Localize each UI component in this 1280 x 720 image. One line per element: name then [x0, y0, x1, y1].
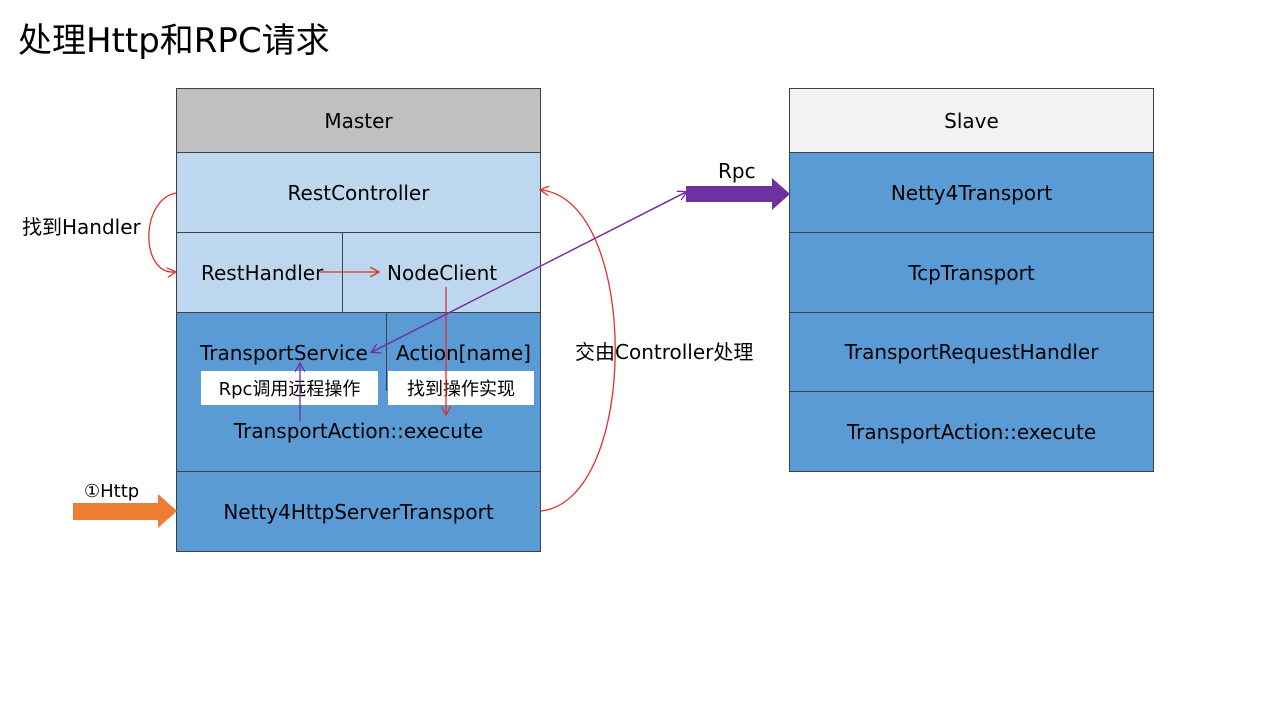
- master-header-label: Master: [324, 108, 393, 133]
- netty-transport-label: Netty4Transport: [890, 180, 1053, 205]
- rest-controller-label: RestController: [287, 180, 430, 205]
- tcp-transport-box: TcpTransport: [789, 232, 1154, 313]
- transport-request-handler-label: TransportRequestHandler: [844, 340, 1099, 364]
- find-action-impl-label: 找到操作实现: [407, 379, 515, 400]
- node-client-label: NodeClient: [387, 260, 498, 285]
- node-client-box: NodeClient: [342, 232, 541, 313]
- rpc-label: Rpc: [718, 159, 756, 183]
- rest-handler-label: RestHandler: [201, 260, 324, 285]
- slave-header: Slave: [789, 88, 1154, 153]
- rest-handler-box: RestHandler: [176, 232, 343, 313]
- rpc-remote-call-label: Rpc调用远程操作: [218, 379, 361, 400]
- controller-handle-label: 交由Controller处理: [575, 340, 754, 364]
- rpc-remote-call-callout: Rpc调用远程操作: [201, 371, 378, 405]
- transport-action-execute-label: TransportAction::execute: [233, 419, 484, 443]
- netty-http-server-transport-box: Netty4HttpServerTransport: [176, 471, 541, 552]
- master-header: Master: [176, 88, 541, 153]
- find-handler-label: 找到Handler: [22, 215, 141, 239]
- find-handler-arrow: [148, 192, 176, 272]
- transport-request-handler-box: TransportRequestHandler: [789, 312, 1154, 392]
- slave-transport-action-execute-box: TransportAction::execute: [789, 391, 1154, 472]
- page-title: 处理Http和RPC请求: [18, 21, 330, 61]
- find-action-impl-callout: 找到操作实现: [388, 371, 534, 405]
- slave-header-label: Slave: [944, 108, 999, 133]
- tcp-transport-label: TcpTransport: [908, 260, 1035, 285]
- rest-controller-box: RestController: [176, 152, 541, 233]
- http-label: ①Http: [84, 481, 140, 502]
- netty-transport-box: Netty4Transport: [789, 152, 1154, 233]
- action-name-label: Action[name]: [396, 341, 531, 365]
- slave-transport-action-execute-label: TransportAction::execute: [846, 419, 1097, 444]
- netty-http-server-transport-label: Netty4HttpServerTransport: [223, 499, 494, 524]
- transport-service-label: TransportService: [200, 341, 368, 365]
